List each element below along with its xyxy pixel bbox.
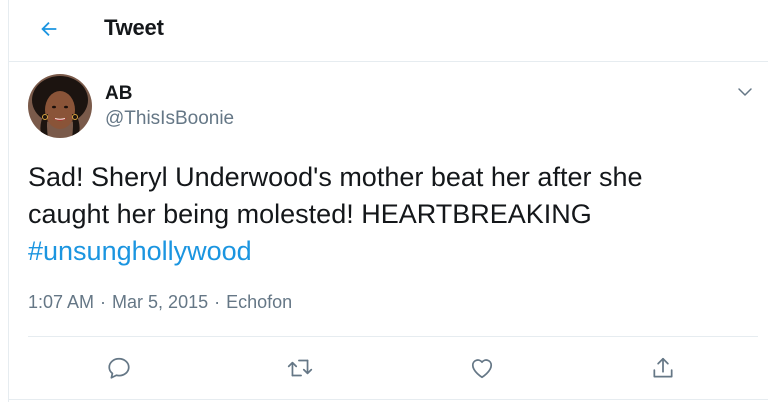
back-button[interactable] [31, 11, 67, 47]
tweet-text-line: Sad! Sheryl Underwood's mother beat her … [28, 162, 643, 192]
share-button[interactable] [648, 353, 678, 383]
tweet-meta: 1:07 AM · Mar 5, 2015 · Echofon [28, 292, 292, 313]
like-button[interactable] [467, 353, 497, 383]
more-options-button[interactable] [733, 80, 757, 104]
actions-divider [28, 336, 758, 337]
tweet-source[interactable]: Echofon [226, 292, 292, 312]
author-name[interactable]: AB [105, 83, 132, 105]
meta-separator: · [214, 292, 221, 312]
hashtag-link[interactable]: #unsunghollywood [28, 236, 252, 266]
heart-icon [471, 359, 493, 379]
meta-separator: · [100, 292, 107, 312]
tweet-time[interactable]: 1:07 AM [28, 292, 94, 312]
chevron-down-icon [738, 88, 752, 96]
page-title: Tweet [104, 15, 164, 40]
tweet-date[interactable]: Mar 5, 2015 [112, 292, 208, 312]
bottom-divider [9, 399, 768, 400]
author-handle[interactable]: @ThisIsBoonie [105, 108, 234, 130]
avatar[interactable] [28, 74, 92, 138]
retweet-icon [287, 359, 313, 377]
reply-button[interactable] [104, 353, 134, 383]
tweet-text: Sad! Sheryl Underwood's mother beat her … [28, 159, 748, 270]
avatar-image [28, 74, 92, 138]
tweet-text-line: caught her being molested! HEARTBREAKING [28, 199, 592, 229]
page-header: Tweet [9, 0, 768, 62]
arrow-left-icon [41, 21, 57, 37]
reply-icon [108, 357, 130, 379]
share-icon [653, 357, 673, 378]
retweet-button[interactable] [285, 353, 315, 383]
